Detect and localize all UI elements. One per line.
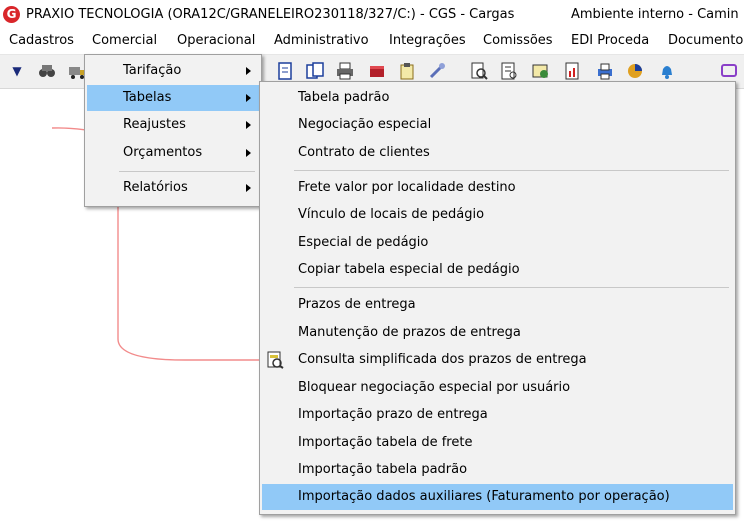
menu-documento[interactable]: Documento bbox=[668, 33, 743, 48]
menu-item-label: Importação dados auxiliares (Faturamento… bbox=[298, 489, 670, 504]
menu-item-bloquear-negociacao[interactable]: Bloquear negociação especial por usuário bbox=[262, 375, 733, 401]
menu-item-label: Reajustes bbox=[123, 117, 186, 132]
clipboard-icon[interactable] bbox=[398, 62, 416, 80]
menu-item-negociacao-especial[interactable]: Negociação especial bbox=[262, 112, 733, 138]
menu-item-prazos-entrega[interactable]: Prazos de entrega bbox=[262, 292, 733, 318]
menu-item-especial-pedagio[interactable]: Especial de pedágio bbox=[262, 230, 733, 256]
menu-item-label: Importação prazo de entrega bbox=[298, 407, 488, 422]
menu-item-copiar-tabela-pedagio[interactable]: Copiar tabela especial de pedágio bbox=[262, 257, 733, 283]
printer2-icon[interactable] bbox=[596, 62, 614, 80]
menu-bar: Cadastros Comercial Operacional Administ… bbox=[0, 30, 744, 55]
menu-integracoes[interactable]: Integrações bbox=[389, 33, 466, 48]
menu-item-contrato-clientes[interactable]: Contrato de clientes bbox=[262, 140, 733, 166]
tabelas-submenu: Tabela padrão Negociação especial Contra… bbox=[259, 81, 736, 515]
chart-icon[interactable] bbox=[564, 62, 582, 80]
menu-item-label: Consulta simplificada dos prazos de entr… bbox=[298, 352, 587, 367]
menu-item-label: Negociação especial bbox=[298, 117, 432, 132]
menu-item-label: Contrato de clientes bbox=[298, 145, 430, 160]
menu-separator bbox=[119, 171, 255, 172]
menu-item-manutencao-prazos[interactable]: Manutenção de prazos de entrega bbox=[262, 320, 733, 346]
menu-edi-proceda[interactable]: EDI Proceda bbox=[571, 33, 649, 48]
menu-item-label: Especial de pedágio bbox=[298, 235, 429, 250]
documents-icon[interactable] bbox=[306, 62, 324, 80]
menu-operacional[interactable]: Operacional bbox=[177, 33, 255, 48]
submenu-arrow-icon bbox=[246, 184, 251, 192]
menu-item-label: Frete valor por localidade destino bbox=[298, 180, 516, 195]
search-document-icon[interactable] bbox=[470, 62, 488, 80]
menu-item-label: Orçamentos bbox=[123, 145, 203, 160]
submenu-arrow-icon bbox=[246, 94, 251, 102]
binoculars-icon[interactable] bbox=[38, 62, 56, 80]
certificate-icon[interactable] bbox=[532, 62, 550, 80]
submenu-arrow-icon bbox=[246, 121, 251, 129]
submenu-arrow-icon bbox=[246, 149, 251, 157]
consult-document-icon bbox=[266, 351, 284, 369]
menu-item-importacao-dados-auxiliares[interactable]: Importação dados auxiliares (Faturamento… bbox=[262, 484, 733, 510]
menu-item-label: Prazos de entrega bbox=[298, 297, 416, 312]
menu-item-label: Copiar tabela especial de pedágio bbox=[298, 262, 520, 277]
menu-item-frete-valor-localidade[interactable]: Frete valor por localidade destino bbox=[262, 175, 733, 201]
app-logo-icon: G bbox=[3, 6, 20, 23]
menu-separator bbox=[294, 287, 729, 288]
menu-item-label: Tabela padrão bbox=[298, 90, 390, 105]
menu-comissoes[interactable]: Comissões bbox=[483, 33, 553, 48]
menu-item-tarifacao[interactable]: Tarifação bbox=[87, 58, 259, 84]
bell-icon[interactable] bbox=[658, 62, 676, 80]
menu-item-tabela-padrao[interactable]: Tabela padrão bbox=[262, 85, 733, 111]
menu-item-importacao-tabela-frete[interactable]: Importação tabela de frete bbox=[262, 430, 733, 456]
printer-icon[interactable] bbox=[336, 62, 354, 80]
menu-item-label: Tarifação bbox=[123, 63, 182, 78]
menu-item-label: Manutenção de prazos de entrega bbox=[298, 325, 521, 340]
menu-separator bbox=[294, 170, 729, 171]
menu-item-label: Bloquear negociação especial por usuário bbox=[298, 380, 571, 395]
menu-item-reajustes[interactable]: Reajustes bbox=[87, 112, 259, 138]
arrow-down-double-icon[interactable]: ▼ bbox=[8, 62, 26, 80]
menu-item-label: Vínculo de locais de pedágio bbox=[298, 207, 485, 222]
menu-item-tabelas[interactable]: Tabelas bbox=[87, 85, 259, 111]
comercial-dropdown-menu: Tarifação Tabelas Reajustes Orçamentos R… bbox=[84, 54, 262, 207]
menu-item-label: Importação tabela padrão bbox=[298, 462, 468, 477]
window-icon[interactable] bbox=[720, 62, 738, 80]
menu-comercial[interactable]: Comercial bbox=[92, 33, 157, 48]
menu-item-vinculo-locais-pedagio[interactable]: Vínculo de locais de pedágio bbox=[262, 202, 733, 228]
tools-icon[interactable] bbox=[428, 62, 446, 80]
menu-administrativo[interactable]: Administrativo bbox=[274, 33, 369, 48]
report-icon[interactable] bbox=[500, 62, 518, 80]
menu-cadastros[interactable]: Cadastros bbox=[9, 33, 74, 48]
document-icon[interactable] bbox=[276, 62, 294, 80]
window-title: PRAXIO TECNOLOGIA (ORA12C/GRANELEIRO2301… bbox=[26, 7, 515, 22]
environment-label: Ambiente interno - Camin bbox=[571, 7, 739, 22]
menu-item-importacao-tabela-padrao[interactable]: Importação tabela padrão bbox=[262, 457, 733, 483]
pie-chart-icon[interactable] bbox=[626, 62, 644, 80]
menu-item-label: Tabelas bbox=[123, 90, 172, 105]
menu-item-label: Relatórios bbox=[123, 180, 188, 195]
menu-item-relatorios[interactable]: Relatórios bbox=[87, 175, 259, 201]
menu-item-label: Importação tabela de frete bbox=[298, 435, 473, 450]
menu-item-consulta-simplificada-prazos[interactable]: Consulta simplificada dos prazos de entr… bbox=[262, 347, 733, 373]
menu-item-orcamentos[interactable]: Orçamentos bbox=[87, 140, 259, 166]
submenu-arrow-icon bbox=[246, 67, 251, 75]
menu-item-importacao-prazo-entrega[interactable]: Importação prazo de entrega bbox=[262, 402, 733, 428]
title-bar: G PRAXIO TECNOLOGIA (ORA12C/GRANELEIRO23… bbox=[0, 0, 744, 30]
book-icon[interactable] bbox=[368, 62, 386, 80]
